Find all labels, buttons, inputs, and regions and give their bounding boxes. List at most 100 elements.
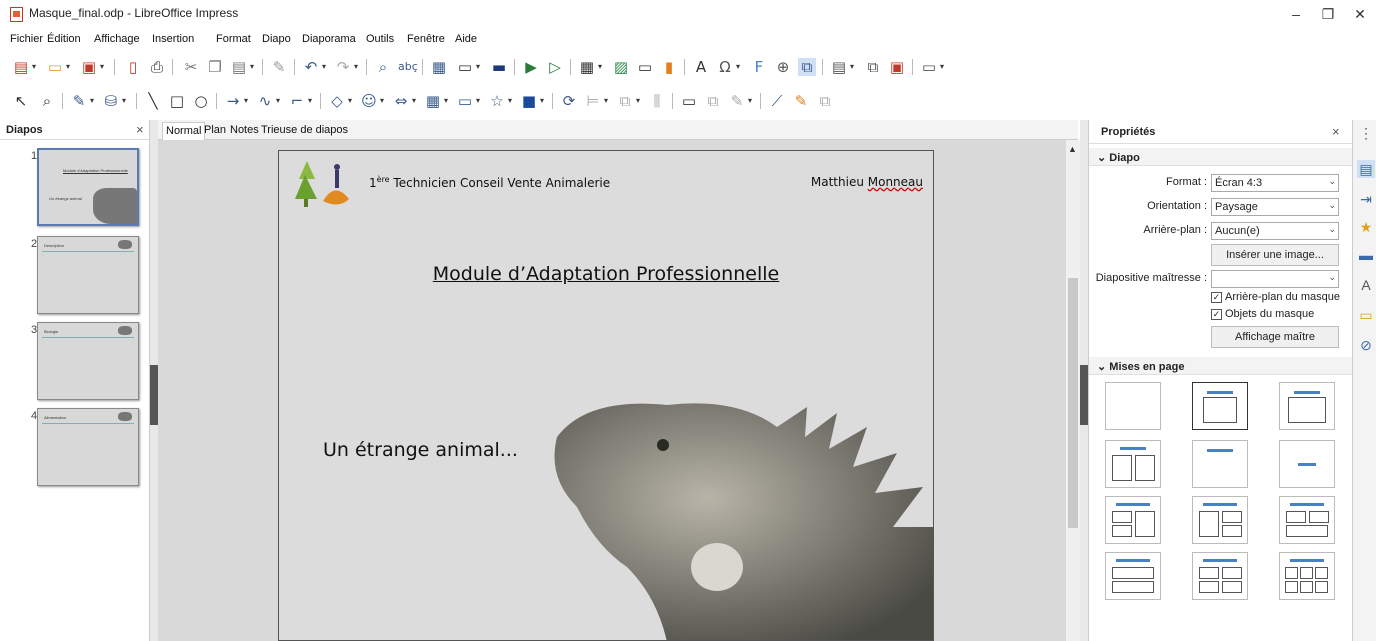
- slide-thumbnail-2[interactable]: Description: [37, 236, 139, 314]
- line-color-icon[interactable]: ✎: [70, 92, 88, 110]
- chevron-down-icon[interactable]: ▾: [540, 96, 544, 105]
- sidebar-menu-icon[interactable]: ⋮: [1357, 124, 1375, 142]
- animation-icon[interactable]: ★: [1357, 218, 1375, 236]
- block-arrow-icon[interactable]: ⇔: [392, 92, 410, 110]
- section-diapo[interactable]: ⌄ Diapo: [1089, 148, 1353, 166]
- chevron-down-icon[interactable]: ▾: [598, 62, 602, 71]
- smiley-shape-icon[interactable]: ☺: [360, 92, 378, 110]
- scroll-up-icon[interactable]: ▲: [1068, 144, 1077, 154]
- tab-normal[interactable]: Normal: [162, 122, 206, 141]
- save-icon[interactable]: ▣: [80, 58, 98, 76]
- layout-title-subtitle[interactable]: [1192, 382, 1248, 430]
- media-icon[interactable]: ▭: [636, 58, 654, 76]
- copy-icon[interactable]: ❐: [206, 58, 224, 76]
- new-document-icon[interactable]: ▤: [12, 58, 30, 76]
- master-objects-checkbox[interactable]: ✓ Objets du masque: [1211, 308, 1314, 320]
- arrow-line-icon[interactable]: →: [224, 92, 242, 110]
- special-character-icon[interactable]: Ω: [716, 58, 734, 76]
- delete-slide-icon[interactable]: ▣: [888, 58, 906, 76]
- chevron-down-icon[interactable]: ▾: [444, 96, 448, 105]
- master-background-checkbox[interactable]: ✓ Arrière-plan du masque: [1211, 291, 1340, 303]
- iguana-image[interactable]: [547, 397, 934, 641]
- layout-blank[interactable]: [1105, 382, 1161, 430]
- align-icon[interactable]: ⊨: [584, 92, 602, 110]
- fontwork-icon[interactable]: F: [750, 58, 768, 76]
- right-splitter[interactable]: [1080, 120, 1088, 641]
- print-icon[interactable]: ⎙: [148, 58, 166, 76]
- chevron-down-icon[interactable]: ▾: [122, 96, 126, 105]
- chevron-down-icon[interactable]: ▾: [322, 62, 326, 71]
- layout-title-2-content-over-content[interactable]: [1279, 496, 1335, 544]
- layout-centered-text[interactable]: [1279, 440, 1335, 488]
- arrange-icon[interactable]: ⧉: [616, 92, 634, 110]
- chevron-down-icon[interactable]: ▾: [90, 96, 94, 105]
- menu-diapo[interactable]: Diapo: [262, 33, 291, 45]
- rotate-icon[interactable]: ⟳: [560, 92, 578, 110]
- chevron-down-icon[interactable]: ▾: [604, 96, 608, 105]
- slide-subtitle[interactable]: Un étrange animal...: [323, 439, 518, 461]
- chevron-down-icon[interactable]: ▾: [100, 62, 104, 71]
- grid-icon[interactable]: ▦: [430, 58, 448, 76]
- slide-thumbnail-4[interactable]: Alimentation: [37, 408, 139, 486]
- minimize-button[interactable]: –: [1286, 6, 1306, 22]
- hyperlink-icon[interactable]: ⊕: [774, 58, 792, 76]
- start-first-slide-icon[interactable]: ▶: [522, 58, 540, 76]
- text-box-icon[interactable]: A: [692, 58, 710, 76]
- diamond-shape-icon[interactable]: ◇: [328, 92, 346, 110]
- chevron-down-icon[interactable]: ▾: [508, 96, 512, 105]
- layout-title-only[interactable]: [1192, 440, 1248, 488]
- slide-thumbnail-3[interactable]: Biologie: [37, 322, 139, 400]
- 3d-object-icon[interactable]: ■: [520, 92, 538, 110]
- chevron-down-icon[interactable]: ▾: [412, 96, 416, 105]
- chevron-down-icon[interactable]: ▾: [32, 62, 36, 71]
- menu-aide[interactable]: Aide: [455, 33, 477, 45]
- display-views-icon[interactable]: ▭: [456, 58, 474, 76]
- find-replace-icon[interactable]: ⌕: [374, 58, 392, 76]
- slide-layout-icon[interactable]: ▭: [920, 58, 938, 76]
- crop-icon[interactable]: ⧉: [704, 92, 722, 110]
- slide-title[interactable]: Module d’Adaptation Professionnelle: [279, 263, 933, 285]
- slide-transition-icon[interactable]: ⇥: [1357, 190, 1375, 208]
- show-draw-functions-icon[interactable]: ⧉: [798, 58, 816, 76]
- splitter-grip[interactable]: [150, 365, 158, 425]
- chevron-down-icon[interactable]: ▾: [736, 62, 740, 71]
- chevron-down-icon[interactable]: ▾: [66, 62, 70, 71]
- layout-title-2-content[interactable]: [1105, 440, 1161, 488]
- menu-affichage[interactable]: Affichage: [94, 33, 140, 45]
- callout-icon[interactable]: ▭: [456, 92, 474, 110]
- scrollbar-thumb[interactable]: [1068, 278, 1078, 528]
- chevron-down-icon[interactable]: ▾: [636, 96, 640, 105]
- chevron-down-icon[interactable]: ▾: [308, 96, 312, 105]
- redo-icon[interactable]: ↷: [334, 58, 352, 76]
- menu-fichier[interactable]: Fichier: [10, 33, 43, 45]
- chevron-down-icon[interactable]: ▾: [748, 96, 752, 105]
- toggle-extrusion-icon[interactable]: ⧉: [816, 92, 834, 110]
- glue-points-icon[interactable]: ✎: [792, 92, 810, 110]
- properties-deck-icon[interactable]: ▤: [1357, 160, 1375, 178]
- zoom-pan-icon[interactable]: ⌕: [38, 92, 56, 110]
- filter-icon[interactable]: ✎: [728, 92, 746, 110]
- shadow-icon[interactable]: ▭: [680, 92, 698, 110]
- clone-formatting-icon[interactable]: ✎: [270, 58, 288, 76]
- slide-canvas[interactable]: 1ère Technicien Conseil Vente Animalerie…: [278, 150, 934, 641]
- export-pdf-icon[interactable]: ▯: [124, 58, 142, 76]
- chevron-down-icon[interactable]: ▾: [244, 96, 248, 105]
- chevron-down-icon[interactable]: ▾: [348, 96, 352, 105]
- layout-title-content[interactable]: [1279, 382, 1335, 430]
- layout-title-6-content[interactable]: [1279, 552, 1335, 600]
- format-select[interactable]: Écran 4:3 ⌄: [1211, 174, 1339, 192]
- navigator-icon[interactable]: ⊘: [1357, 336, 1375, 354]
- tab-notes[interactable]: Notes: [228, 124, 261, 136]
- chevron-down-icon[interactable]: ▾: [354, 62, 358, 71]
- open-folder-icon[interactable]: ▭: [46, 58, 64, 76]
- master-slide-icon[interactable]: ▬: [490, 58, 508, 76]
- restore-button[interactable]: ❐: [1318, 6, 1338, 23]
- chevron-down-icon[interactable]: ▾: [850, 62, 854, 71]
- master-view-button[interactable]: Affichage maître: [1211, 326, 1339, 348]
- menu-format[interactable]: Format: [216, 33, 251, 45]
- close-window-button[interactable]: ✕: [1350, 6, 1370, 23]
- vertical-scrollbar[interactable]: ▲: [1066, 140, 1080, 641]
- menu-edition[interactable]: Édition: [47, 33, 81, 45]
- orientation-select[interactable]: Paysage ⌄: [1211, 198, 1339, 216]
- undo-icon[interactable]: ↶: [302, 58, 320, 76]
